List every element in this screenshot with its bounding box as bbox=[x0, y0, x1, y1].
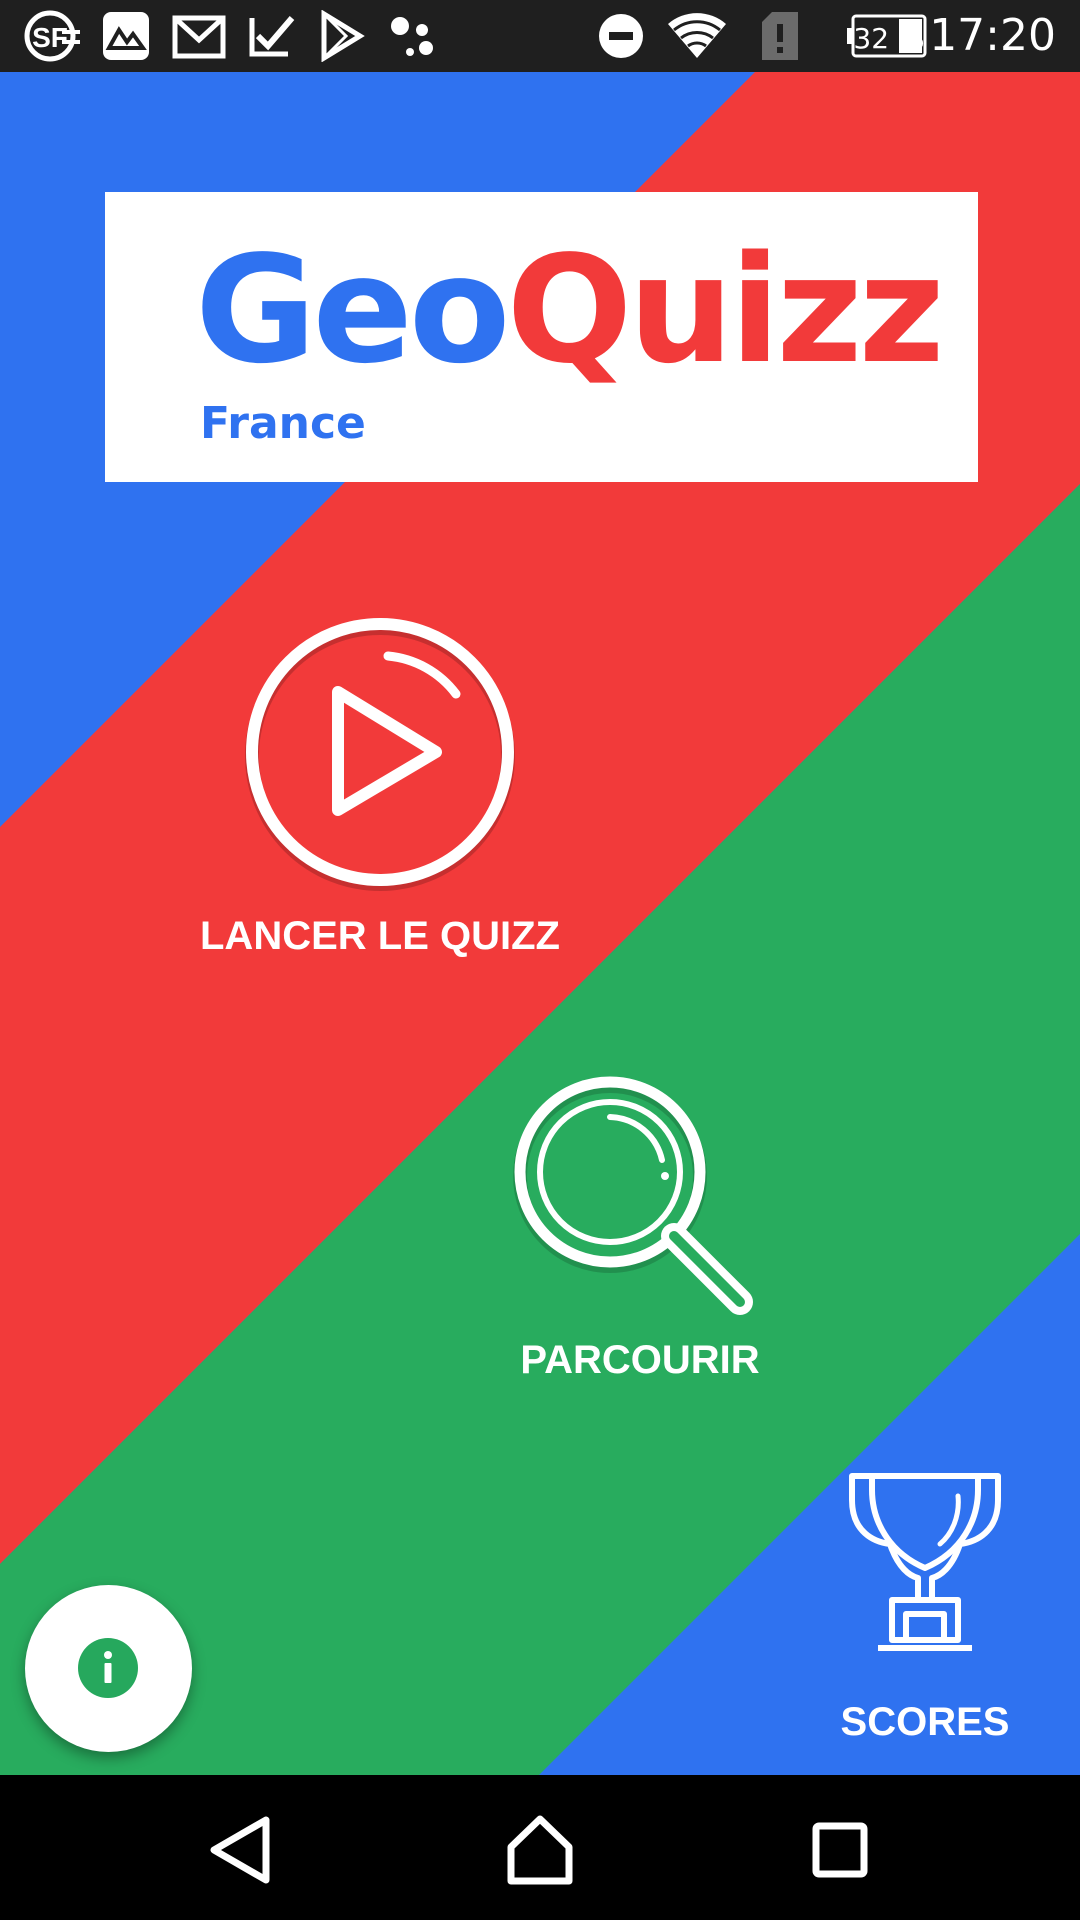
gallery-icon bbox=[103, 12, 149, 60]
info-icon bbox=[78, 1638, 138, 1698]
recents-icon bbox=[812, 1822, 868, 1878]
gmail-icon bbox=[172, 15, 226, 59]
recents-button[interactable] bbox=[795, 1805, 885, 1895]
sim-alert-icon bbox=[762, 12, 798, 60]
do-not-disturb-icon bbox=[599, 14, 643, 58]
start-quiz-button[interactable]: LANCER LE QUIZZ bbox=[170, 612, 590, 1052]
back-icon bbox=[210, 1816, 270, 1884]
logo-title-quizz: Quizz bbox=[506, 224, 945, 396]
assistant-icon bbox=[391, 17, 433, 56]
home-screen: GeoQuizz France LANCER LE QUIZZ PARCOURI… bbox=[0, 72, 1080, 1775]
browse-label: PARCOURIR bbox=[520, 1338, 760, 1382]
tasks-check-icon bbox=[249, 16, 295, 57]
trophy-icon bbox=[849, 1473, 1001, 1651]
browse-button[interactable]: PARCOURIR bbox=[460, 1072, 820, 1392]
scores-button[interactable]: SCORES bbox=[800, 1472, 1050, 1772]
logo-subtitle: France bbox=[200, 398, 366, 449]
home-button[interactable] bbox=[495, 1805, 585, 1895]
battery-icon: 32 % bbox=[847, 14, 927, 58]
status-bar: SF 32 % 17:20 bbox=[0, 0, 1080, 72]
info-button[interactable] bbox=[25, 1585, 192, 1752]
scores-label: SCORES bbox=[840, 1700, 1010, 1744]
home-icon bbox=[507, 1815, 573, 1885]
app-logo: GeoQuizz France bbox=[105, 192, 978, 482]
play-store-icon bbox=[321, 10, 365, 62]
navigation-bar bbox=[0, 1775, 1080, 1920]
clock: 17:20 bbox=[929, 10, 1056, 61]
wifi-icon bbox=[668, 13, 726, 58]
play-icon bbox=[245, 618, 515, 891]
battery-percent: 32 % bbox=[853, 22, 924, 55]
back-button[interactable] bbox=[196, 1805, 286, 1895]
svg-text:SF: SF bbox=[32, 22, 68, 53]
sf-icon: SF bbox=[24, 10, 80, 62]
magnifier-icon bbox=[513, 1076, 753, 1315]
logo-title: GeoQuizz bbox=[195, 236, 945, 384]
start-quiz-label: LANCER LE QUIZZ bbox=[200, 914, 560, 958]
logo-title-geo: Geo bbox=[195, 224, 511, 396]
